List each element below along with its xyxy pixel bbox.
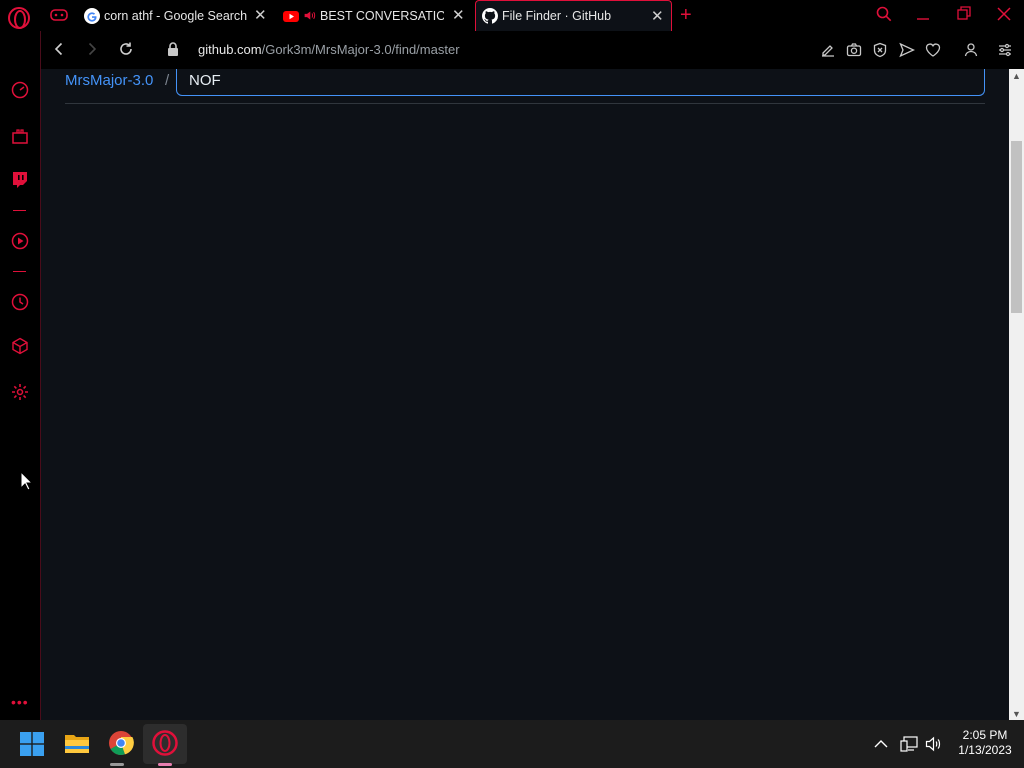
history-icon[interactable] xyxy=(11,293,29,311)
file-finder-header: MrsMajor-3.0 / xyxy=(65,69,985,96)
github-icon xyxy=(482,8,498,24)
clock-time: 2:05 PM xyxy=(962,728,1008,742)
url-field[interactable]: github.com/Gork3m/MrsMajor-3.0/find/mast… xyxy=(198,42,460,57)
tab-youtube[interactable]: BEST CONVERSATION E ✕ xyxy=(283,0,473,31)
clock-date: 1/13/2023 xyxy=(958,743,1012,757)
scroll-thumb[interactable] xyxy=(1011,141,1022,313)
divider xyxy=(65,103,985,104)
page-scrollbar[interactable]: ▲ ▼ xyxy=(1009,69,1024,720)
mouse-cursor-icon xyxy=(20,471,32,491)
extensions-icon[interactable] xyxy=(11,127,29,145)
speaker-icon[interactable] xyxy=(303,9,316,22)
camera-icon[interactable] xyxy=(846,42,862,58)
scroll-down-arrow-icon[interactable]: ▼ xyxy=(1012,709,1021,719)
tab-title: BEST CONVERSATION E xyxy=(320,8,444,23)
address-bar: github.com/Gork3m/MrsMajor-3.0/find/mast… xyxy=(41,31,1024,69)
restore-icon[interactable] xyxy=(957,6,971,22)
minimize-icon[interactable] xyxy=(916,6,930,22)
adblock-shield-icon[interactable] xyxy=(872,42,888,58)
path-separator: / xyxy=(165,72,170,89)
easy-setup-icon[interactable] xyxy=(997,42,1013,58)
player-icon[interactable] xyxy=(11,232,29,250)
scroll-up-arrow-icon[interactable]: ▲ xyxy=(1012,71,1021,81)
sidebar-separator xyxy=(13,271,26,272)
tab-title: File Finder · GitHub xyxy=(502,9,612,23)
new-tab-button[interactable]: + xyxy=(680,4,692,27)
chrome-icon[interactable] xyxy=(108,730,134,756)
active-indicator xyxy=(158,763,172,766)
back-icon[interactable] xyxy=(51,41,67,57)
system-clock[interactable]: 2:05 PM 1/13/2023 xyxy=(950,728,1020,758)
running-indicator xyxy=(110,763,124,766)
show-hidden-icons-icon[interactable] xyxy=(873,735,889,753)
send-icon[interactable] xyxy=(899,42,915,58)
close-tab-icon[interactable]: ✕ xyxy=(651,7,664,25)
youtube-icon xyxy=(283,10,299,22)
tab-title: corn athf - Google Search xyxy=(104,8,248,23)
volume-icon[interactable] xyxy=(925,735,943,753)
opera-gx-icon[interactable] xyxy=(152,730,178,756)
title-bar: corn athf - Google Search ✕ BEST CONVERS… xyxy=(0,0,1024,31)
lock-icon[interactable] xyxy=(167,42,179,56)
start-icon[interactable] xyxy=(20,732,44,756)
google-icon xyxy=(84,7,100,24)
forward-icon[interactable] xyxy=(84,41,100,57)
sidebar-separator xyxy=(13,210,26,211)
page-content: MrsMajor-3.0 / xyxy=(41,69,1009,720)
taskbar: 2:05 PM 1/13/2023 xyxy=(0,720,1024,768)
close-tab-icon[interactable]: ✕ xyxy=(452,6,465,24)
more-icon[interactable]: ••• xyxy=(11,694,29,710)
account-icon[interactable] xyxy=(963,42,979,58)
url-path: /Gork3m/MrsMajor-3.0/find/master xyxy=(261,42,460,57)
twitch-icon[interactable] xyxy=(11,171,29,189)
share-edit-icon[interactable] xyxy=(820,42,836,58)
tab-google-search[interactable]: corn athf - Google Search ✕ xyxy=(84,0,274,31)
close-tab-icon[interactable]: ✕ xyxy=(254,6,267,24)
opera-menu-icon[interactable] xyxy=(8,7,30,29)
search-tabs-icon[interactable] xyxy=(876,6,892,22)
file-explorer-icon[interactable] xyxy=(64,730,90,756)
reload-icon[interactable] xyxy=(118,41,134,57)
close-window-icon[interactable] xyxy=(997,6,1011,22)
network-icon[interactable] xyxy=(900,735,918,753)
speed-dial-icon[interactable] xyxy=(11,81,29,99)
gx-control-icon[interactable] xyxy=(50,8,68,22)
file-finder-input[interactable] xyxy=(176,69,985,96)
repo-link[interactable]: MrsMajor-3.0 xyxy=(65,72,153,89)
url-host: github.com xyxy=(198,42,262,57)
cube-icon[interactable] xyxy=(11,337,29,355)
sidebar: ••• xyxy=(0,31,41,720)
heart-icon[interactable] xyxy=(925,42,941,58)
tab-file-finder[interactable]: File Finder · GitHub ✕ xyxy=(475,0,672,31)
settings-gear-icon[interactable] xyxy=(11,383,29,401)
